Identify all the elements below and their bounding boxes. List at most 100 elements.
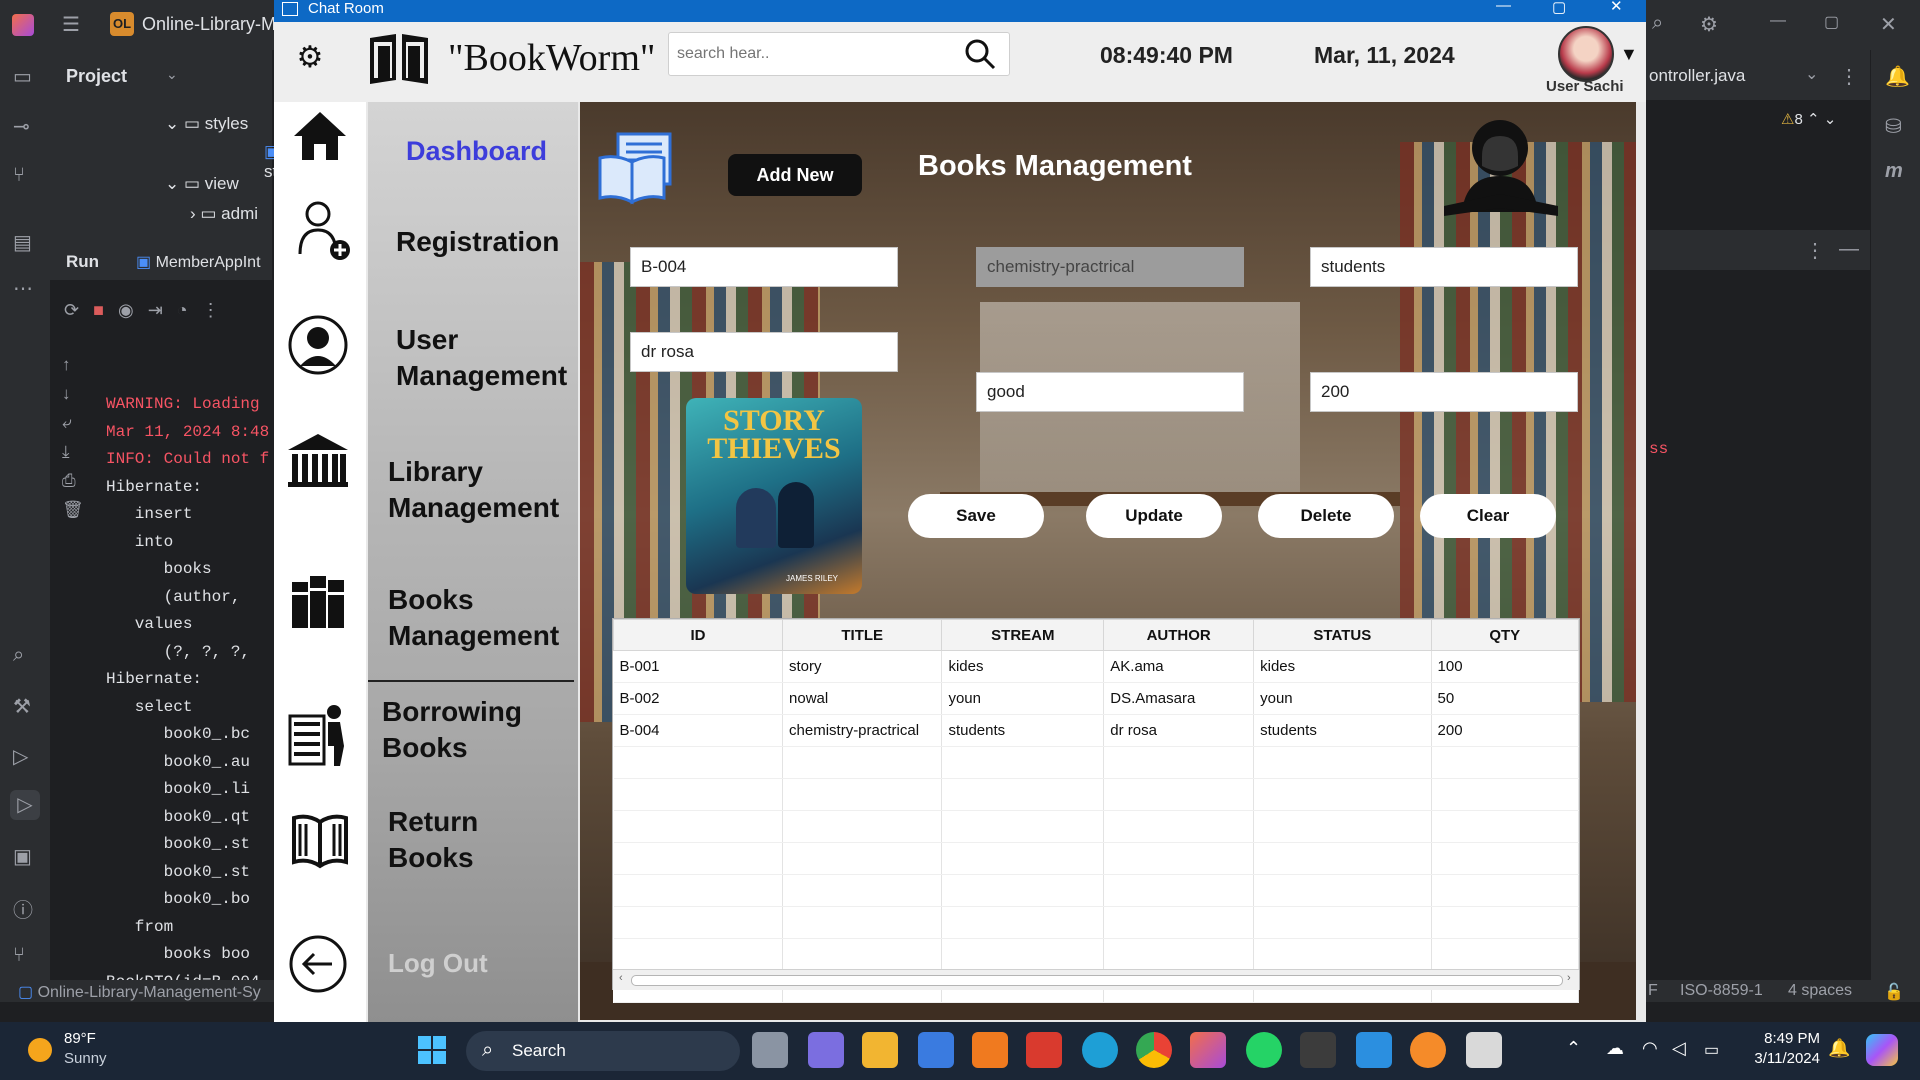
sidebar-item-books-management[interactable]: Books Management (388, 582, 559, 654)
tabs-dropdown-icon[interactable]: ⌄ (1805, 64, 1818, 84)
delete-button[interactable]: Delete (1258, 494, 1394, 538)
find-icon[interactable]: ⌕ (13, 644, 24, 667)
panel-hide-icon[interactable]: — (1839, 238, 1859, 261)
tray-time[interactable]: 8:49 PM (1740, 1030, 1820, 1047)
book-stream-field[interactable]: students (1310, 247, 1578, 287)
trash-icon[interactable]: 🗑 (62, 495, 84, 524)
book-status-field[interactable]: good (976, 372, 1244, 412)
book-id-field[interactable]: B-004 (630, 247, 898, 287)
search-icon[interactable]: ⌕ (1652, 12, 1663, 35)
table-empty-row[interactable] (613, 874, 1580, 907)
window-minimize-icon[interactable]: — (1496, 0, 1511, 14)
wps-icon[interactable] (1026, 1032, 1062, 1068)
editor-tab-controller[interactable]: ontroller.java (1649, 66, 1745, 86)
weather-condition[interactable]: Sunny (64, 1050, 107, 1067)
weather-temp[interactable]: 89°F (64, 1030, 96, 1047)
add-user-icon[interactable] (296, 198, 356, 268)
office-app-icon[interactable] (972, 1032, 1008, 1068)
tree-item-styles[interactable]: ⌄ ▭ styles (165, 114, 248, 134)
maven-icon[interactable]: m (1885, 160, 1903, 183)
whatsapp-icon[interactable] (1246, 1032, 1282, 1068)
store-icon[interactable] (918, 1032, 954, 1068)
status-f[interactable]: F (1648, 982, 1658, 1000)
notifications-icon[interactable]: 🔔 (1885, 64, 1910, 89)
status-indent[interactable]: 4 spaces (1788, 982, 1852, 1000)
java-app-icon[interactable] (1466, 1032, 1502, 1068)
user-dropdown-icon[interactable]: ▼ (1620, 44, 1638, 65)
scroll-end-icon[interactable]: ⤓ (62, 437, 84, 466)
terminal-app-icon[interactable] (1300, 1032, 1336, 1068)
services-icon[interactable]: ▷ (13, 744, 28, 769)
project-panel-title[interactable]: Project (66, 66, 127, 87)
chevron-down-icon[interactable]: ⌄ (166, 66, 178, 83)
table-column-header[interactable]: STREAM (941, 619, 1105, 651)
table-column-header[interactable]: AUTHOR (1103, 619, 1255, 651)
window-maximize-icon[interactable]: ▢ (1552, 0, 1566, 16)
table-row[interactable]: B-004 chemistry-practrical students dr rosa… (613, 714, 1580, 747)
minimize-icon[interactable]: — (1770, 12, 1786, 30)
clear-button[interactable]: Clear (1420, 494, 1556, 538)
gear-icon[interactable]: ⚙ (1700, 12, 1718, 37)
taskbar-search[interactable]: ⌕ Search (466, 1031, 740, 1071)
arrow-down-icon[interactable]: ↓ (62, 379, 84, 408)
editor-more-icon[interactable]: ⋮ (1839, 64, 1859, 89)
warning-indicator[interactable]: ⚠8 ⌃ ⌄ (1781, 110, 1836, 128)
lock-icon[interactable]: 🔓 (1884, 982, 1904, 1002)
edge-icon[interactable] (1082, 1032, 1118, 1068)
book-title-field[interactable]: chemistry-practrical (976, 247, 1244, 287)
volume-icon[interactable]: ◁ (1672, 1038, 1686, 1059)
meet-icon[interactable] (808, 1032, 844, 1068)
onedrive-icon[interactable]: ☁ (1606, 1038, 1624, 1059)
rerun-icon[interactable]: ⟳ (64, 300, 93, 320)
tree-item-admin[interactable]: › ▭ admi (190, 204, 258, 224)
exit-icon[interactable]: ⇥ (148, 300, 177, 320)
build-icon[interactable]: ⚒ (13, 694, 31, 719)
logout-button[interactable]: Log Out (388, 948, 488, 979)
book-author-field[interactable]: dr rosa (630, 332, 898, 372)
update-button[interactable]: Update (1086, 494, 1222, 538)
panel-more-icon[interactable]: ⋮ (1805, 238, 1825, 263)
database-icon[interactable]: ⛁ (1885, 114, 1902, 139)
add-new-button[interactable]: Add New (728, 154, 862, 196)
sidebar-item-registration[interactable]: Registration (396, 224, 559, 260)
tray-chevron-icon[interactable]: ⌃ (1566, 1038, 1581, 1059)
table-column-header[interactable]: QTY (1430, 619, 1580, 651)
table-column-header[interactable]: ID (612, 619, 784, 651)
book-qty-field[interactable]: 200 (1310, 372, 1578, 412)
scroll-right-icon[interactable]: › (1567, 972, 1571, 984)
table-row[interactable]: B-001 story kides AK.ama kides 100 (613, 650, 1580, 683)
task-view-icon[interactable] (752, 1032, 788, 1068)
search-box[interactable] (668, 32, 1010, 76)
tray-date[interactable]: 3/11/2024 (1740, 1050, 1820, 1067)
table-empty-row[interactable] (613, 778, 1580, 811)
maximize-icon[interactable]: ▢ (1824, 12, 1839, 32)
settings-gear-icon[interactable]: ⚙ (292, 40, 328, 76)
windows-start-icon[interactable] (418, 1036, 446, 1064)
user-avatar[interactable] (1558, 26, 1614, 82)
books-icon[interactable] (290, 572, 348, 630)
battery-icon[interactable]: ▭ (1704, 1040, 1719, 1060)
terminal-icon[interactable]: ▣ (13, 844, 32, 869)
home-icon[interactable] (292, 108, 348, 164)
search-input[interactable] (675, 39, 959, 69)
sidebar-item-return-books[interactable]: Return Books (388, 804, 478, 876)
borrowing-icon[interactable] (288, 702, 352, 768)
wifi-icon[interactable]: ◠ (1642, 1038, 1658, 1059)
user-circle-icon[interactable] (288, 314, 348, 376)
sidebar-item-dashboard[interactable]: Dashboard (406, 136, 547, 167)
intellij-icon[interactable] (1190, 1032, 1226, 1068)
table-column-header[interactable]: STATUS (1253, 619, 1432, 651)
print-icon[interactable]: ⎙ (62, 466, 84, 495)
pull-request-icon[interactable]: ⑂ (13, 164, 25, 187)
sidebar-item-borrowing-books[interactable]: Borrowing Books (382, 694, 522, 766)
table-horizontal-scrollbar[interactable]: ‹ › (613, 969, 1579, 990)
more-vert-icon[interactable]: ⋮ (202, 300, 234, 320)
table-empty-row[interactable] (613, 842, 1580, 875)
table-empty-row[interactable] (613, 906, 1580, 939)
profiler-icon[interactable]: ◔ (177, 300, 202, 320)
return-book-icon[interactable] (290, 810, 350, 870)
table-empty-row[interactable] (613, 810, 1580, 843)
library-icon[interactable] (286, 432, 350, 488)
stop-icon[interactable]: ■ (93, 300, 118, 320)
weather-sun-icon[interactable] (28, 1038, 52, 1062)
